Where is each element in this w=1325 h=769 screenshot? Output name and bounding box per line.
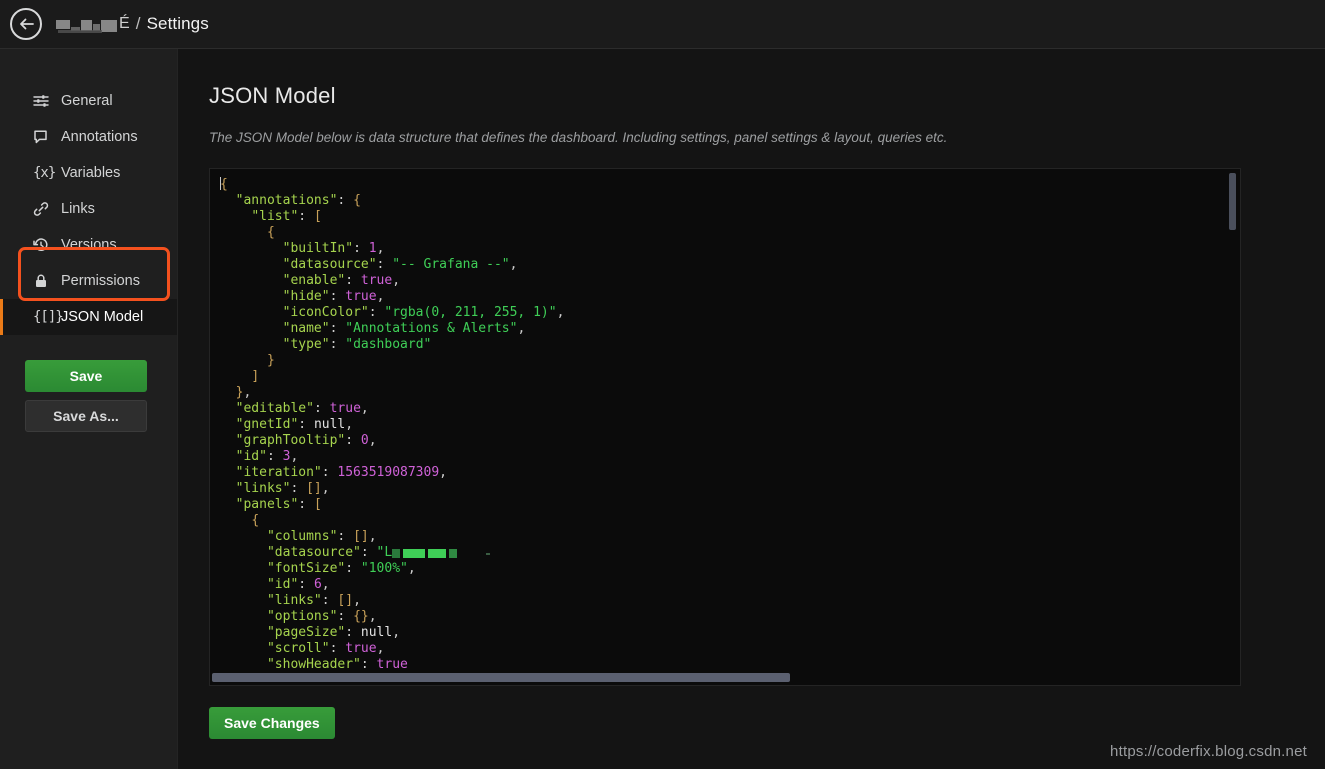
history-icon	[33, 237, 55, 253]
back-button[interactable]	[10, 8, 42, 40]
breadcrumb-tail-char: É	[119, 15, 130, 32]
breadcrumb-page-settings: Settings	[146, 14, 209, 33]
breadcrumb-separator: /	[135, 14, 141, 33]
sidebar-item-label: JSON Model	[61, 309, 144, 325]
save-button[interactable]: Save	[25, 360, 147, 392]
link-icon	[33, 201, 55, 217]
sidebar-item-label: Versions	[61, 237, 117, 253]
page-title: JSON Model	[209, 83, 336, 108]
redaction-blocks	[392, 549, 491, 558]
breadcrumb-redaction-underline	[58, 30, 102, 33]
save-changes-button[interactable]: Save Changes	[209, 707, 335, 739]
arrow-left-circle-icon	[18, 16, 34, 32]
sidebar-item-label: Variables	[61, 165, 121, 181]
sidebar-item-links[interactable]: Links	[0, 191, 177, 227]
lock-icon	[33, 273, 55, 289]
sidebar-item-label: Links	[61, 201, 95, 217]
sidebar-item-general[interactable]: General	[0, 83, 177, 119]
settings-sidebar: General Annotations {x} Variables Links	[0, 49, 178, 769]
editor-vertical-scrollbar[interactable]	[1229, 173, 1236, 678]
sidebar-actions: Save Save As...	[0, 360, 177, 432]
editor-horizontal-scrollbar[interactable]	[212, 673, 1237, 682]
sidebar-item-json-model[interactable]: {[]} JSON Model	[0, 299, 177, 335]
json-braces-icon: {[]}	[33, 309, 64, 325]
sidebar-item-label: Permissions	[61, 273, 140, 289]
sliders-icon	[33, 93, 55, 109]
json-code-content[interactable]: { "annotations": { "list": [ { "builtIn"…	[220, 177, 564, 673]
braces-x-icon: {x}	[33, 165, 56, 181]
sidebar-item-annotations[interactable]: Annotations	[0, 119, 177, 155]
sidebar-item-label: General	[61, 93, 113, 109]
watermark: https://coderfix.blog.csdn.net	[1110, 743, 1307, 760]
sidebar-item-versions[interactable]: Versions	[0, 227, 177, 263]
editor-horizontal-scrollbar-thumb[interactable]	[212, 673, 790, 682]
page-description: The JSON Model below is data structure t…	[209, 130, 948, 145]
json-model-editor[interactable]: { "annotations": { "list": [ { "builtIn"…	[209, 168, 1241, 686]
editor-vertical-scrollbar-thumb[interactable]	[1229, 173, 1236, 230]
save-as-button[interactable]: Save As...	[25, 400, 147, 432]
sidebar-item-permissions[interactable]: Permissions	[0, 263, 177, 299]
sidebar-item-label: Annotations	[61, 129, 138, 145]
comment-icon	[33, 129, 55, 145]
sidebar-item-variables[interactable]: {x} Variables	[0, 155, 177, 191]
app-header: É / Settings	[0, 0, 1325, 49]
redacted-datasource-value: "L	[376, 545, 393, 560]
